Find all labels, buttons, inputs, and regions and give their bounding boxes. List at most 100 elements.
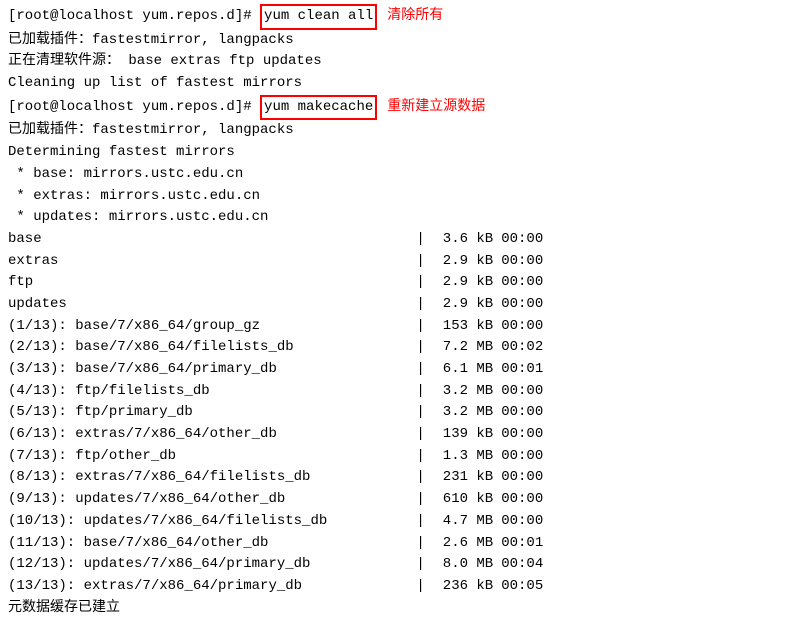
line-extras-mirror: * extras: mirrors.ustc.edu.cn: [8, 186, 803, 208]
data-row-sep: |: [408, 272, 433, 294]
data-row-size: 231 kB: [433, 467, 493, 489]
data-row-5: (2/13): base/7/x86_64/filelists_db | 7.2…: [8, 337, 803, 359]
data-row-name: (3/13): base/7/x86_64/primary_db: [8, 359, 408, 381]
data-row-15: (12/13): updates/7/x86_64/primary_db | 8…: [8, 554, 803, 576]
data-row-size: 4.7 MB: [433, 511, 493, 533]
data-row-sep: |: [408, 576, 433, 598]
data-row-time: 00:00: [501, 229, 543, 251]
data-row-size: 1.3 MB: [433, 446, 493, 468]
data-row-sep: |: [408, 381, 433, 403]
data-row-name: (7/13): ftp/other_db: [8, 446, 408, 468]
data-row-7: (4/13): ftp/filelists_db | 3.2 MB00:00: [8, 381, 803, 403]
data-row-name: ftp: [8, 272, 408, 294]
data-row-sep: |: [408, 359, 433, 381]
data-row-time: 00:00: [501, 316, 543, 338]
data-row-sep: |: [408, 294, 433, 316]
line-footer: 元数据缓存已建立: [8, 598, 803, 620]
data-row-time: 00:00: [501, 511, 543, 533]
data-row-name: (12/13): updates/7/x86_64/primary_db: [8, 554, 408, 576]
data-row-sep: |: [408, 554, 433, 576]
data-row-sep: |: [408, 489, 433, 511]
data-row-name: (4/13): ftp/filelists_db: [8, 381, 408, 403]
text-plugins-2: 已加载插件：fastestmirror, langpacks: [8, 120, 294, 142]
data-row-name: (10/13): updates/7/x86_64/filelists_db: [8, 511, 408, 533]
data-row-8: (5/13): ftp/primary_db | 3.2 MB 00:00: [8, 402, 803, 424]
line-plugins-loaded-1: 已加载插件：fastestmirror, langpacks: [8, 30, 803, 52]
data-row-time: 00:01: [501, 359, 543, 381]
data-row-name: (1/13): base/7/x86_64/group_gz: [8, 316, 408, 338]
data-row-size: 610 kB: [433, 489, 493, 511]
data-rows-container: base | 3.6 kB00:00extras | 2.9 kB00:00ft…: [8, 229, 803, 598]
data-row-name: base: [8, 229, 408, 251]
data-row-6: (3/13): base/7/x86_64/primary_db | 6.1 M…: [8, 359, 803, 381]
data-row-size: 236 kB: [433, 576, 493, 598]
data-row-sep: |: [408, 424, 433, 446]
line-determining-mirrors: Determining fastest mirrors: [8, 142, 803, 164]
data-row-time: 00:05: [501, 576, 543, 598]
data-row-size: 3.2 MB: [433, 402, 493, 424]
data-row-1: extras | 2.9 kB00:00: [8, 251, 803, 273]
prompt-prefix-1: [root@localhost yum.repos.d]#: [8, 6, 260, 28]
data-row-time: 00:02: [501, 337, 543, 359]
text-extras-mirror: * extras: mirrors.ustc.edu.cn: [8, 186, 260, 208]
line-updates-mirror: * updates: mirrors.ustc.edu.cn: [8, 207, 803, 229]
data-row-time: 00:00: [501, 424, 543, 446]
data-row-name: (5/13): ftp/primary_db: [8, 402, 408, 424]
data-row-time: 00:00: [501, 294, 543, 316]
command-yum-clean-all: yum clean all: [260, 4, 377, 30]
data-row-name: (8/13): extras/7/x86_64/filelists_db: [8, 467, 408, 489]
annotation-clean-all: 清除所有: [387, 5, 443, 27]
data-row-time: 00:01: [501, 533, 543, 555]
text-updates-mirror: * updates: mirrors.ustc.edu.cn: [8, 207, 268, 229]
data-row-time: 00:00: [501, 489, 543, 511]
data-row-sep: |: [408, 446, 433, 468]
data-row-sep: |: [408, 533, 433, 555]
line-base-mirror: * base: mirrors.ustc.edu.cn: [8, 164, 803, 186]
data-row-sep: |: [408, 251, 433, 273]
data-row-2: ftp | 2.9 kB 00:00: [8, 272, 803, 294]
data-row-9: (6/13): extras/7/x86_64/other_db | 139 k…: [8, 424, 803, 446]
data-row-size: 2.9 kB: [433, 272, 493, 294]
data-row-size: 6.1 MB: [433, 359, 493, 381]
data-row-13: (10/13): updates/7/x86_64/filelists_db |…: [8, 511, 803, 533]
data-row-name: (9/13): updates/7/x86_64/other_db: [8, 489, 408, 511]
data-row-0: base | 3.6 kB 00:00: [8, 229, 803, 251]
data-row-size: 2.9 kB: [433, 251, 493, 273]
terminal: [root@localhost yum.repos.d]# yum clean …: [0, 0, 811, 623]
line-yum-makecache: [root@localhost yum.repos.d]# yum makeca…: [8, 95, 803, 121]
data-row-size: 8.0 MB: [433, 554, 493, 576]
text-cleaning-repos: 正在清理软件源： base extras ftp updates: [8, 51, 322, 73]
data-row-10: (7/13): ftp/other_db | 1.3 MB00:00: [8, 446, 803, 468]
data-row-sep: |: [408, 229, 433, 251]
text-plugins-1: 已加载插件：fastestmirror, langpacks: [8, 30, 294, 52]
data-row-size: 3.6 kB: [433, 229, 493, 251]
data-row-14: (11/13): base/7/x86_64/other_db | 2.6 MB…: [8, 533, 803, 555]
data-row-name: (6/13): extras/7/x86_64/other_db: [8, 424, 408, 446]
data-row-time: 00:00: [501, 467, 543, 489]
text-determining: Determining fastest mirrors: [8, 142, 235, 164]
data-row-3: updates | 2.9 kB00:00: [8, 294, 803, 316]
data-row-time: 00:00: [501, 272, 543, 294]
data-row-time: 00:04: [501, 554, 543, 576]
data-row-sep: |: [408, 316, 433, 338]
prompt-prefix-2: [root@localhost yum.repos.d]#: [8, 97, 260, 119]
data-row-name: updates: [8, 294, 408, 316]
command-yum-makecache: yum makecache: [260, 95, 377, 121]
annotation-makecache: 重新建立源数据: [387, 96, 485, 118]
line-yum-clean-all: [root@localhost yum.repos.d]# yum clean …: [8, 4, 803, 30]
data-row-4: (1/13): base/7/x86_64/group_gz | 153 kB 0…: [8, 316, 803, 338]
data-row-size: 153 kB: [433, 316, 493, 338]
data-row-name: (11/13): base/7/x86_64/other_db: [8, 533, 408, 555]
data-row-sep: |: [408, 402, 433, 424]
data-row-size: 7.2 MB: [433, 337, 493, 359]
text-footer: 元数据缓存已建立: [8, 598, 120, 620]
data-row-sep: |: [408, 337, 433, 359]
data-row-name: (13/13): extras/7/x86_64/primary_db: [8, 576, 408, 598]
data-row-time: 00:00: [501, 402, 543, 424]
data-row-16: (13/13): extras/7/x86_64/primary_db | 23…: [8, 576, 803, 598]
data-row-size: 3.2 MB: [433, 381, 493, 403]
data-row-name: extras: [8, 251, 408, 273]
data-row-size: 2.6 MB: [433, 533, 493, 555]
data-row-sep: |: [408, 467, 433, 489]
data-row-12: (9/13): updates/7/x86_64/other_db | 610 …: [8, 489, 803, 511]
